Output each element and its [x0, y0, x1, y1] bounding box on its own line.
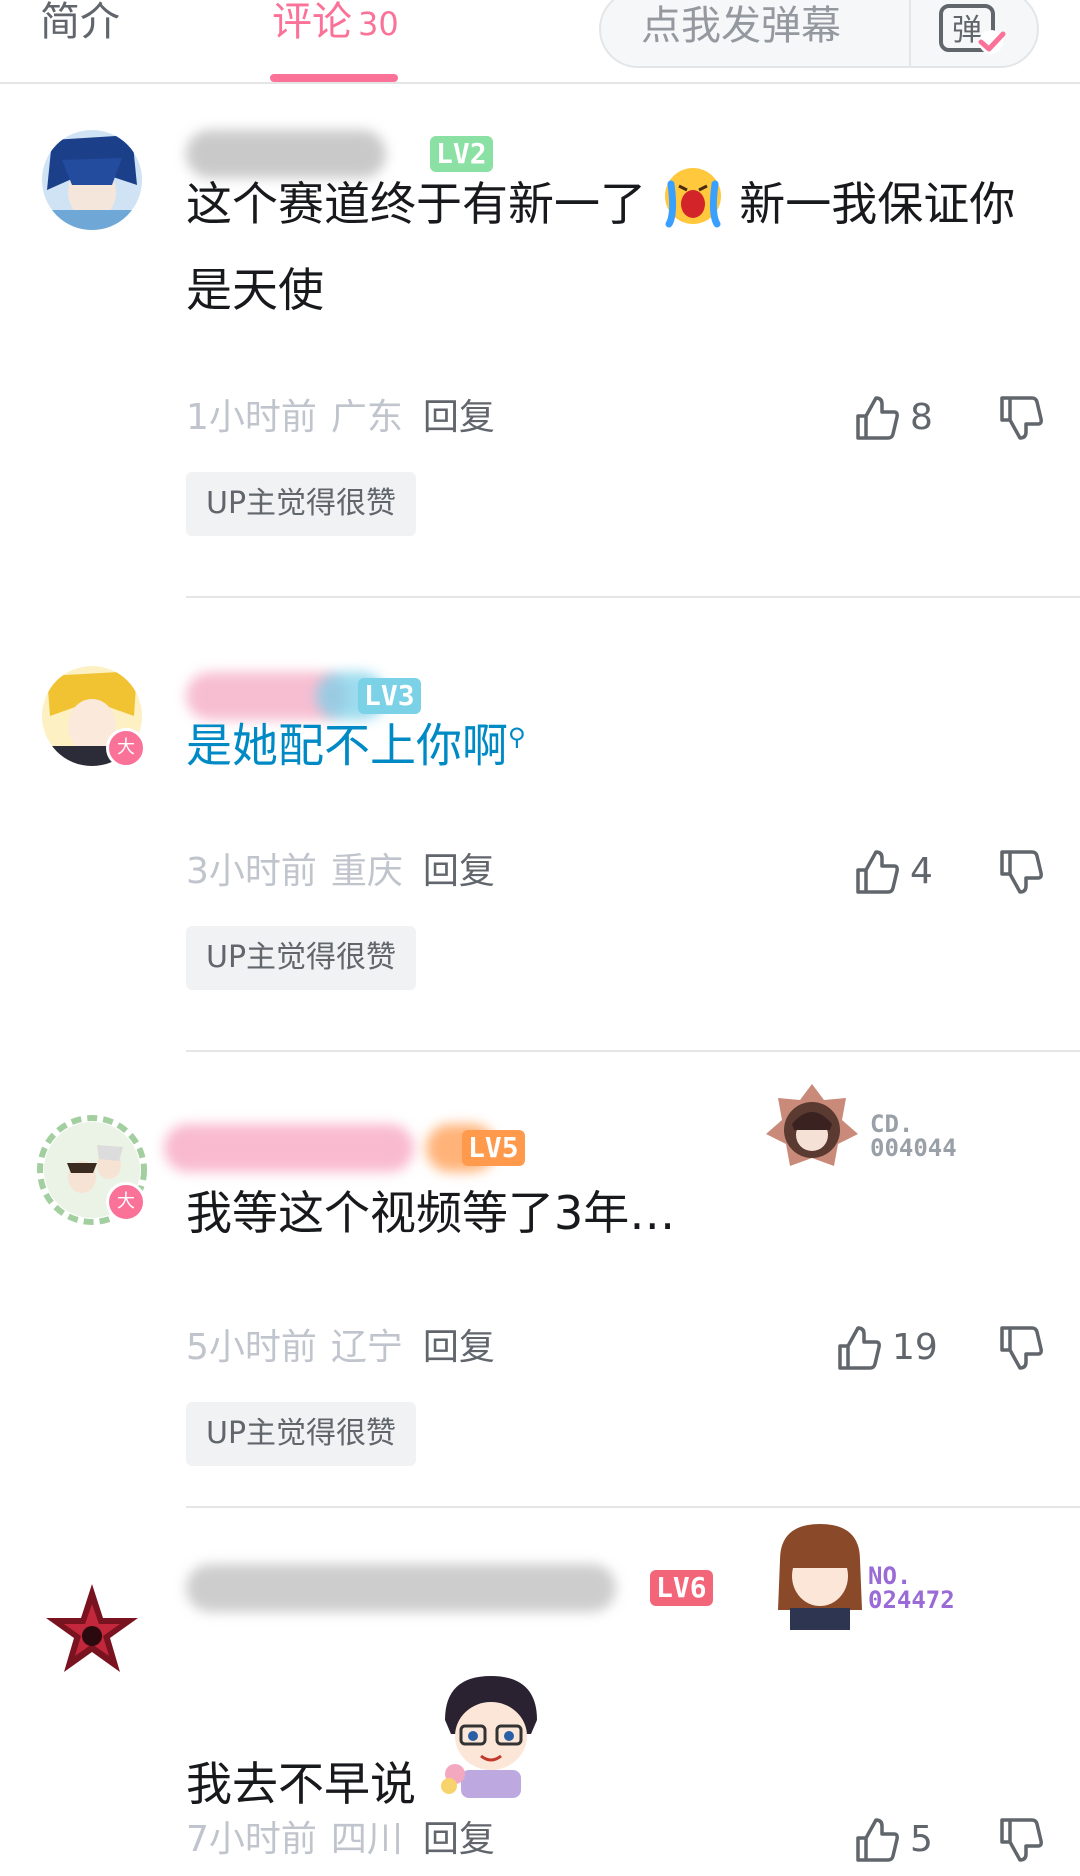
danmaku-bar: 点我发弹幕 弹 [599, 0, 1039, 68]
comment-text: 我去不早说 [186, 1757, 416, 1811]
comment-time: 5小时前 [186, 1327, 317, 1368]
tab-comments-count: 30 [358, 5, 399, 43]
like-count: 4 [910, 851, 933, 892]
thumbs-up-icon [856, 1818, 899, 1862]
comment-content: 我去不早说 [186, 1670, 1036, 1823]
fan-medal-number: NO. 024472 [868, 1562, 955, 1614]
thumbs-down-icon [1000, 850, 1043, 894]
comment-content: 我等这个视频等了3年… [186, 1174, 1036, 1252]
thumbs-up-icon [838, 1326, 881, 1370]
search-icon: ⚲ [508, 723, 526, 751]
comment-content: 这个赛道终于有新一了 新一我保证你是天使 [186, 164, 1036, 329]
comment-location: 四川 [330, 1819, 403, 1860]
dislike-button[interactable] [996, 1816, 1044, 1864]
like-count: 19 [892, 1327, 938, 1368]
danmaku-toggle-char: 弹 [952, 13, 982, 48]
avatar-image [46, 1584, 138, 1672]
up-liked-tag: UP主觉得很赞 [186, 1402, 417, 1466]
fan-medal-character [778, 1524, 862, 1630]
avatar[interactable] [42, 130, 142, 230]
avatar[interactable]: 大 [37, 1115, 147, 1225]
danmaku-divider [909, 0, 911, 68]
crying-face-emoji [661, 164, 725, 251]
comment-location: 广东 [330, 397, 403, 438]
fan-medal-number: CD. 004044 [870, 1110, 957, 1162]
fan-medal-emblem [766, 1084, 858, 1166]
like-button[interactable]: 8 [852, 394, 933, 442]
thumbs-down-icon [1000, 396, 1043, 440]
comment-time: 7小时前 [186, 1819, 317, 1860]
comment-meta: 5小时前 辽宁 回复 [186, 1326, 495, 1370]
level-badge: LV5 [462, 1130, 525, 1166]
active-tab-indicator [270, 74, 398, 82]
reply-button[interactable]: 回复 [423, 1819, 495, 1860]
up-liked-tag: UP主觉得很赞 [186, 926, 417, 990]
comment-location: 辽宁 [330, 1327, 403, 1368]
dislike-button[interactable] [996, 848, 1044, 896]
comment-location: 重庆 [330, 851, 403, 892]
comment-text: 这个赛道终于有新一了 [186, 177, 646, 231]
thumbs-down-icon [1000, 1326, 1043, 1370]
comment-time: 1小时前 [186, 397, 317, 438]
comment-link-text[interactable]: 是她配不上你啊 [186, 718, 508, 772]
vip-badge: 大 [106, 728, 146, 768]
avatar[interactable]: 大 [42, 666, 146, 768]
danmaku-toggle-icon: 弹 [939, 4, 1006, 54]
comment-meta: 1小时前 广东 回复 [186, 396, 495, 440]
like-button[interactable]: 4 [852, 848, 933, 896]
thumbs-up-icon [856, 396, 899, 440]
vip-badge: 大 [106, 1182, 146, 1222]
reply-button[interactable]: 回复 [423, 851, 495, 892]
thumbs-up-icon [856, 850, 899, 894]
comment-meta: 7小时前 四川 回复 [186, 1818, 495, 1862]
tab-comments-label: 评论 [272, 0, 352, 45]
tab-intro[interactable]: 简介 [40, 0, 120, 44]
level-badge: LV6 [650, 1570, 713, 1606]
up-liked-tag: UP主觉得很赞 [186, 472, 417, 536]
comment-time: 3小时前 [186, 851, 317, 892]
comment-text: 我等这个视频等了3年… [186, 1186, 676, 1240]
dislike-button[interactable] [996, 1324, 1044, 1372]
comment-divider [186, 596, 1080, 598]
fan-medal[interactable] [770, 1520, 880, 1630]
like-button[interactable]: 19 [834, 1324, 938, 1372]
top-tab-bar: 简介 评论 30 点我发弹幕 弹 [0, 0, 1080, 84]
fan-medal[interactable] [762, 1080, 872, 1180]
like-button[interactable]: 5 [852, 1816, 933, 1864]
avatar[interactable] [42, 1580, 142, 1680]
comment-content: 是她配不上你啊⚲ [186, 698, 1036, 784]
comment-divider [186, 1506, 1080, 1508]
danmaku-input[interactable]: 点我发弹幕 [641, 4, 841, 48]
username-blurred [186, 1564, 616, 1612]
reply-button[interactable]: 回复 [423, 1327, 495, 1368]
avatar-image [42, 130, 142, 230]
dislike-button[interactable] [996, 394, 1044, 442]
reply-button[interactable]: 回复 [423, 397, 495, 438]
username-blurred [164, 1124, 414, 1172]
conan-sticker-emoji [431, 1670, 551, 1823]
thumbs-down-icon [1000, 1818, 1043, 1862]
danmaku-toggle-button[interactable]: 弹 [937, 2, 1007, 58]
comment-meta: 3小时前 重庆 回复 [186, 850, 495, 894]
like-count: 5 [910, 1819, 933, 1860]
tab-comments[interactable]: 评论 30 [272, 0, 399, 46]
like-count: 8 [910, 397, 933, 438]
comment-divider [186, 1050, 1080, 1052]
